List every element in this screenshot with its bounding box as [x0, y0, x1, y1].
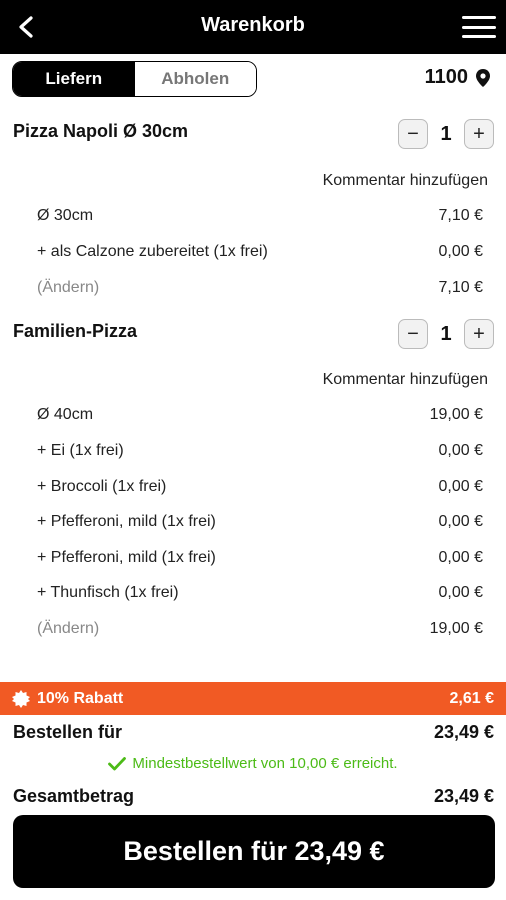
- increase-quantity-button[interactable]: +: [464, 319, 494, 349]
- item-option-row: + Thunfisch (1x frei) 0,00 €: [37, 584, 483, 602]
- discount-bar: 10% Rabatt 2,61 €: [0, 682, 506, 715]
- order-for-row: Bestellen für 23,49 €: [13, 722, 494, 743]
- deliver-tab[interactable]: Liefern: [13, 62, 135, 96]
- order-for-amount: 23,49 €: [433, 722, 494, 742]
- change-link[interactable]: (Ändern): [37, 279, 99, 297]
- option-label: Ø 40cm: [37, 406, 94, 423]
- item-option-row: Ø 40cm 19,00 €: [37, 406, 483, 424]
- add-comment-link[interactable]: Kommentar hinzufügen: [323, 172, 488, 190]
- location-pin-icon: [476, 68, 490, 87]
- item-change-row: (Ändern) 19,00 €: [37, 620, 483, 638]
- option-label: + Broccoli (1x frei): [37, 478, 167, 495]
- min-order-note: Mindestbestellwert von 10,00 € erreicht.: [0, 755, 506, 772]
- total-row: Gesamtbetrag 23,49 €: [13, 786, 494, 807]
- option-label: + Pfefferoni, mild (1x frei): [37, 513, 216, 530]
- option-price: 19,00 €: [429, 406, 483, 423]
- option-label: + Thunfisch (1x frei): [37, 584, 179, 601]
- option-label: + Ei (1x frei): [37, 442, 124, 459]
- discount-label: 10% Rabatt: [37, 689, 124, 707]
- app-header: Warenkorb: [0, 0, 506, 54]
- item-change-row: (Ändern) 7,10 €: [37, 279, 483, 297]
- page-title: Warenkorb: [201, 14, 305, 36]
- option-label: + als Calzone zubereitet (1x frei): [37, 243, 268, 260]
- checkmark-icon: [108, 756, 127, 770]
- change-link[interactable]: (Ändern): [37, 620, 99, 638]
- discount-label-group: 10% Rabatt: [12, 689, 124, 708]
- item-option-row: Ø 30cm 7,10 €: [37, 207, 483, 225]
- place-order-button[interactable]: Bestellen für 23,49 €: [13, 815, 495, 888]
- min-order-text: Mindestbestellwert von 10,00 € erreicht.: [132, 755, 398, 772]
- delivery-mode-toggle: Liefern Abholen: [12, 61, 257, 97]
- cart-item-title: Familien-Pizza: [13, 321, 138, 341]
- discount-amount: 2,61 €: [449, 689, 494, 707]
- decrease-quantity-button[interactable]: −: [398, 319, 428, 349]
- item-option-row: + als Calzone zubereitet (1x frei) 0,00 …: [37, 243, 483, 261]
- decrease-quantity-button[interactable]: −: [398, 119, 428, 149]
- option-price: 0,00 €: [438, 549, 483, 566]
- item-subtotal: 19,00 €: [429, 620, 483, 637]
- option-price: 0,00 €: [438, 243, 483, 260]
- menu-line: [462, 35, 496, 38]
- item-option-row: + Ei (1x frei) 0,00 €: [37, 442, 483, 460]
- item-option-row: + Pfefferoni, mild (1x frei) 0,00 €: [37, 513, 483, 531]
- increase-quantity-button[interactable]: +: [464, 119, 494, 149]
- hamburger-menu-button[interactable]: [462, 12, 496, 42]
- option-price: 0,00 €: [438, 584, 483, 601]
- option-price: 7,10 €: [438, 207, 483, 224]
- option-price: 0,00 €: [438, 442, 483, 459]
- postal-code: 1100: [424, 66, 468, 88]
- option-price: 0,00 €: [438, 513, 483, 530]
- quantity-value: 1: [440, 122, 452, 145]
- total-label: Gesamtbetrag: [13, 786, 135, 806]
- add-comment-link[interactable]: Kommentar hinzufügen: [323, 371, 488, 389]
- order-for-label: Bestellen für: [13, 722, 123, 742]
- discount-badge-icon: [12, 689, 30, 708]
- total-amount: 23,49 €: [433, 786, 494, 806]
- menu-line: [462, 16, 496, 19]
- quantity-stepper: − 1 +: [398, 119, 494, 149]
- option-label: + Pfefferoni, mild (1x frei): [37, 549, 216, 566]
- option-label: Ø 30cm: [37, 207, 94, 224]
- item-subtotal: 7,10 €: [438, 279, 483, 296]
- quantity-value: 1: [440, 322, 452, 345]
- item-option-row: + Pfefferoni, mild (1x frei) 0,00 €: [37, 549, 483, 567]
- menu-line: [462, 25, 496, 29]
- pickup-tab[interactable]: Abholen: [134, 62, 256, 96]
- option-price: 0,00 €: [438, 478, 483, 495]
- item-option-row: + Broccoli (1x frei) 0,00 €: [37, 478, 483, 496]
- quantity-stepper: − 1 +: [398, 319, 494, 349]
- postal-code-selector[interactable]: 1100: [425, 66, 490, 89]
- cart-item-title: Pizza Napoli Ø 30cm: [13, 121, 189, 141]
